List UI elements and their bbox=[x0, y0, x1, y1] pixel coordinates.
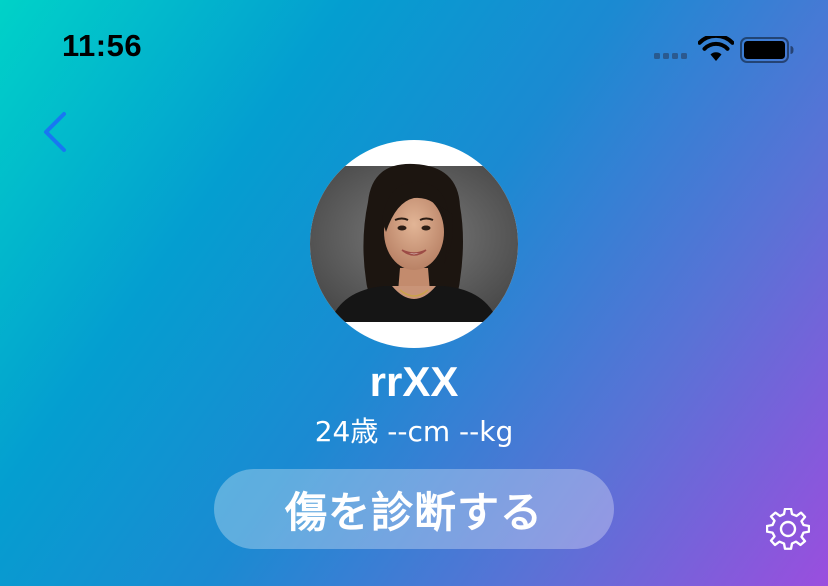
back-chevron-icon[interactable] bbox=[36, 108, 76, 156]
wifi-icon bbox=[698, 36, 734, 61]
avatar[interactable] bbox=[310, 140, 518, 348]
profile-screen: 11:56 rrXX 24歳 --cm --kg 傷を診断する bbox=[0, 0, 828, 586]
cellular-signal-icon bbox=[654, 53, 690, 61]
profile-name: rrXX bbox=[369, 358, 459, 405]
gear-icon[interactable] bbox=[766, 508, 810, 552]
profile-meta: 24歳 --cm --kg bbox=[314, 415, 514, 448]
status-time: 11:56 bbox=[62, 28, 143, 63]
diagnose-button-label: 傷を診断する bbox=[284, 487, 543, 537]
battery-icon bbox=[740, 37, 794, 63]
diagnose-button[interactable]: 傷を診断する bbox=[214, 469, 614, 549]
